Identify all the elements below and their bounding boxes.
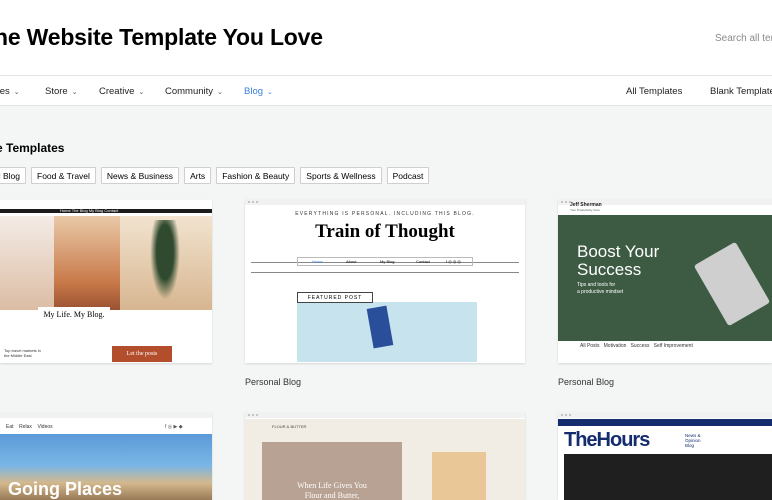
preview-title: Train of Thought: [315, 221, 455, 242]
preview-topbar-dark: [558, 419, 772, 426]
nav-item-label: Creative: [99, 86, 135, 97]
chip-fashion-beauty[interactable]: Fashion & Beauty: [216, 167, 296, 184]
template-card[interactable]: EVERYTHING IS PERSONAL. INCLUDING THIS B…: [245, 199, 525, 363]
headline-line: Flour and Butter,: [304, 491, 360, 500]
nav-item-services[interactable]: ces⌄: [0, 86, 20, 97]
preview-topbar: [0, 412, 212, 418]
chevron-down-icon: ⌄: [138, 89, 145, 96]
nav-item-label: Blog: [244, 86, 264, 97]
template-card[interactable]: Eat Relax Videos f ◎ ▶ ◆ Going Places: [0, 412, 212, 500]
preview-image: [564, 454, 772, 500]
preview-nav-item: Contact: [416, 259, 430, 264]
tagline-line: Blog: [685, 443, 695, 448]
page-header: he Website Template You Love Search all …: [0, 0, 772, 75]
chip-personal-blog[interactable]: al Blog: [0, 167, 26, 184]
nav-item-store[interactable]: Store ⌄: [45, 86, 78, 97]
chevron-down-icon: ⌄: [267, 89, 273, 96]
preview-photo: [54, 216, 120, 310]
chevron-down-icon: ⌄: [217, 89, 223, 96]
footer-item: Self Improvement: [653, 343, 693, 349]
chip-podcast[interactable]: Podcast: [386, 167, 430, 184]
preview-topbar: [245, 199, 525, 205]
preview-subtitle: Your Productivity Guru: [570, 208, 600, 212]
all-templates-link[interactable]: All Templates: [626, 86, 682, 97]
filter-chips: al Blog Food & Travel News & Business Ar…: [0, 167, 430, 184]
template-card[interactable]: Jeff Sherman Your Productivity Guru Boos…: [558, 199, 772, 363]
section-title: e Templates: [0, 141, 65, 155]
chip-sports-wellness[interactable]: Sports & Wellness: [300, 167, 382, 184]
tagline-line: a productive mindset: [577, 289, 624, 295]
page-title: he Website Template You Love: [0, 24, 323, 50]
card-caption: Personal Blog: [558, 377, 615, 387]
preview-nav-item: About: [346, 259, 357, 264]
preview-nav-item: Eat: [6, 424, 14, 430]
nav-item-label: Store: [45, 86, 68, 97]
category-nav: ces⌄ Store⌄ Creative⌄ Community⌄ Blog⌄ A…: [0, 75, 772, 106]
template-card[interactable]: FLOUR & BUTTER When Life Gives You Flour…: [245, 412, 525, 500]
preview-topbar: [558, 412, 772, 418]
template-card[interactable]: TheHours News & Opinion Blog: [558, 412, 772, 500]
chip-arts[interactable]: Arts: [184, 167, 212, 184]
preview-nav: Home About My Blog Contact f ◎ ◎ ◎: [297, 257, 473, 266]
footer-item: Motivation: [603, 343, 627, 349]
preview-label: My Life. My Blog.: [38, 307, 110, 323]
headline-line: Success: [577, 260, 642, 279]
divider: [251, 272, 519, 273]
preview-nav: Home The Blog My Blog Contact: [60, 208, 119, 213]
nav-item-label: Community: [165, 86, 214, 97]
preview-tagline: Tips and tools for a productive mindset: [577, 282, 623, 296]
nav-item-creative[interactable]: Creative ⌄: [99, 86, 144, 97]
preview-brand: TheHours: [564, 429, 650, 451]
template-card[interactable]: Home The Blog My Blog Contact My Life. M…: [0, 200, 212, 363]
card-caption: Personal Blog: [245, 377, 302, 387]
preview-nav: Eat Relax Videos: [6, 424, 53, 430]
footer-item: Success: [630, 343, 650, 349]
preview-topbar: [245, 412, 525, 418]
preview-nav-item: Relax: [19, 424, 32, 430]
preview-footer-nav: All Posts Motivation Success Self Improv…: [580, 343, 693, 349]
headline-line: When Life Gives You: [297, 481, 367, 490]
preview-headline: When Life Gives You Flour and Butter,: [262, 481, 402, 500]
preview-nav-item: Videos: [37, 424, 53, 430]
nav-item-label: ces: [0, 86, 10, 97]
preview-headline: Boost Your Success: [577, 243, 659, 279]
chip-news-business[interactable]: News & Business: [100, 167, 180, 184]
nav-item-community[interactable]: Community ⌄: [165, 86, 223, 97]
chevron-down-icon: ⌄: [71, 89, 78, 96]
preview-nav-item: My Blog: [380, 259, 395, 264]
chip-food-travel[interactable]: Food & Travel: [31, 167, 96, 184]
chevron-down-icon: ⌄: [13, 89, 20, 96]
preview-title: Going Places: [8, 479, 123, 499]
preview-photo: [0, 216, 54, 310]
preview-brand: FLOUR & BUTTER: [272, 424, 307, 429]
preview-tagline: News & Opinion Blog: [685, 433, 701, 448]
preview-nav-item: Home: [312, 259, 323, 264]
headline-line: Boost Your: [577, 242, 660, 261]
preview-button: Let the posts: [112, 346, 172, 362]
featured-label: FEATURED POST: [297, 292, 373, 303]
food-image: [432, 452, 486, 500]
tagline-line: Tips and tools for: [577, 282, 616, 288]
social-icons: f ◎ ◎ ◎: [446, 259, 461, 264]
social-icons: f ◎ ▶ ◆: [165, 424, 183, 430]
plant-image: [150, 220, 180, 300]
preview-small-text: Top travel markets in the Middle East: [4, 348, 41, 358]
search-input[interactable]: Search all tem: [715, 33, 772, 44]
footer-item: All Posts: [580, 343, 600, 349]
blank-templates-link[interactable]: Blank Template: [710, 86, 772, 97]
preview-small-text: EVERYTHING IS PERSONAL. INCLUDING THIS B…: [295, 211, 475, 217]
nav-item-blog[interactable]: Blog ⌄: [244, 86, 273, 97]
